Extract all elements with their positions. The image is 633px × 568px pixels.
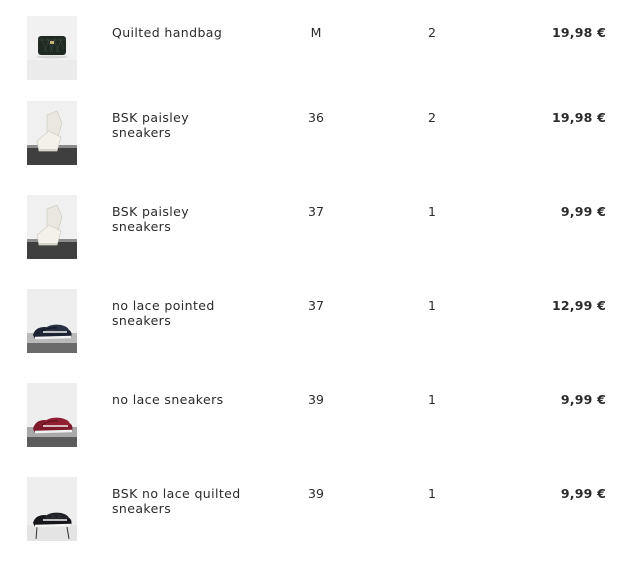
item-name[interactable]: no lace sneakers [112, 392, 252, 407]
item-size: 37 [308, 298, 324, 313]
item-name[interactable]: BSK paisley sneakers [112, 204, 252, 234]
item-price: 9,99 € [560, 392, 606, 407]
black-quilted-slip-on-image[interactable] [27, 477, 77, 541]
order-item-list: Quilted handbag M 2 19,98 € BSK paisley … [0, 0, 633, 568]
item-price: 19,98 € [552, 110, 606, 125]
item-name[interactable]: no lace pointed sneakers [112, 298, 252, 328]
item-quantity: 1 [428, 392, 436, 407]
item-name[interactable]: BSK paisley sneakers [112, 110, 252, 140]
item-name[interactable]: BSK no lace quilted sneakers [112, 486, 252, 516]
item-price: 9,99 € [560, 486, 606, 501]
order-item-row: no lace pointed sneakers 37 1 12,99 € [0, 289, 633, 353]
item-quantity: 1 [428, 204, 436, 219]
item-quantity: 2 [428, 25, 436, 40]
item-quantity: 2 [428, 110, 436, 125]
item-name[interactable]: Quilted handbag [112, 25, 252, 40]
item-price: 19,98 € [552, 25, 606, 40]
item-size: M [310, 25, 322, 40]
item-price: 9,99 € [560, 204, 606, 219]
order-item-row: Quilted handbag M 2 19,98 € [0, 16, 633, 80]
white-sneakers-image[interactable] [27, 195, 77, 259]
item-quantity: 1 [428, 298, 436, 313]
item-price: 12,99 € [552, 298, 606, 313]
quilted-handbag-image[interactable] [27, 16, 77, 80]
navy-slip-on-image[interactable] [27, 289, 77, 353]
white-sneakers-image[interactable] [27, 101, 77, 165]
item-size: 37 [308, 204, 324, 219]
item-size: 36 [308, 110, 324, 125]
item-size: 39 [308, 486, 324, 501]
item-quantity: 1 [428, 486, 436, 501]
order-item-row: BSK paisley sneakers 36 2 19,98 € [0, 101, 633, 165]
order-item-row: BSK paisley sneakers 37 1 9,99 € [0, 195, 633, 259]
order-item-row: BSK no lace quilted sneakers 39 1 9,99 € [0, 477, 633, 541]
item-size: 39 [308, 392, 324, 407]
order-item-row: no lace sneakers 39 1 9,99 € [0, 383, 633, 447]
burgundy-slip-on-image[interactable] [27, 383, 77, 447]
